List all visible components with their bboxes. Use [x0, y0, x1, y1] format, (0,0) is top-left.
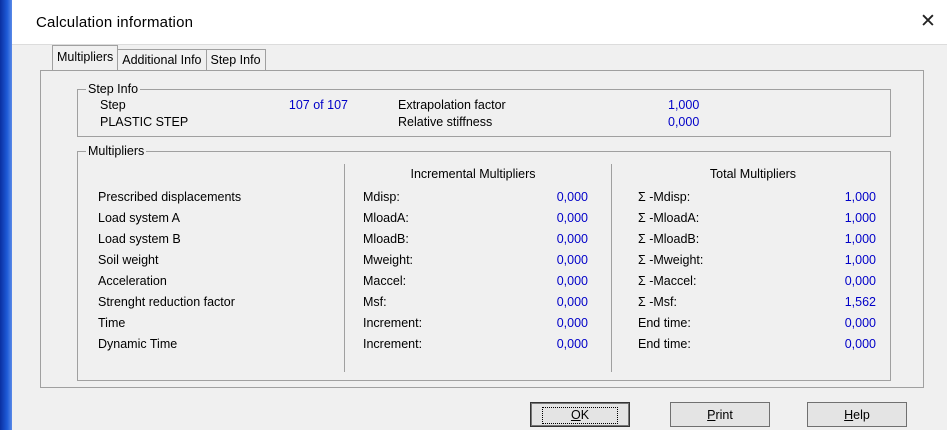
relative-stiffness-label: Relative stiffness: [398, 115, 493, 129]
title-bar[interactable]: Calculation information ✕: [12, 0, 947, 45]
incremental-value: 0,000: [556, 190, 588, 204]
row-label: Dynamic Time: [98, 337, 178, 351]
incremental-value: 0,000: [556, 316, 588, 330]
incremental-value: 0,000: [556, 274, 588, 288]
column-divider: [344, 164, 345, 372]
tab-panel-multipliers: Step Info Step 107 of 107 PLASTIC STEP E…: [40, 70, 924, 388]
total-value: 0,000: [844, 316, 876, 330]
row-label: Soil weight: [98, 253, 159, 267]
close-icon[interactable]: ✕: [917, 12, 939, 32]
ok-button-focus: OK: [541, 407, 619, 424]
ok-label-rest: K: [580, 408, 590, 422]
incremental-name: Increment:: [363, 337, 423, 351]
multipliers-group: Multipliers Incremental Multipliers Tota…: [77, 144, 891, 381]
total-value: 1,562: [844, 295, 876, 309]
column-divider: [611, 164, 612, 372]
step-label: Step: [100, 98, 126, 112]
total-name: End time:: [638, 337, 691, 351]
incremental-value: 0,000: [556, 211, 588, 225]
window-title: Calculation information: [36, 14, 194, 31]
total-name: Σ -MloadB:: [638, 232, 700, 246]
total-name: Σ -MloadA:: [638, 211, 700, 225]
tab-strip: Multipliers Additional Info Step Info: [52, 45, 266, 71]
incremental-name: Mdisp:: [363, 190, 400, 204]
row-label: Load system A: [98, 211, 180, 225]
print-button[interactable]: Print: [670, 402, 770, 427]
incremental-value: 0,000: [556, 337, 588, 351]
help-label-rest: elp: [853, 408, 870, 422]
total-name: Σ -Mdisp:: [638, 190, 691, 204]
background-window-strip: [0, 0, 12, 430]
step-info-legend: Step Info: [86, 82, 141, 96]
help-button[interactable]: Help: [807, 402, 907, 427]
incremental-multipliers-header: Incremental Multipliers: [410, 167, 536, 181]
total-value: 1,000: [844, 253, 876, 267]
incremental-name: Maccel:: [363, 274, 407, 288]
plastic-step-label: PLASTIC STEP: [100, 115, 189, 129]
total-value: 1,000: [844, 190, 876, 204]
extrapolation-factor-value: 1,000: [668, 98, 700, 112]
incremental-value: 0,000: [556, 295, 588, 309]
tab-additional-info[interactable]: Additional Info: [117, 49, 207, 70]
extrapolation-factor-label: Extrapolation factor: [398, 98, 506, 112]
row-label: Strenght reduction factor: [98, 295, 235, 309]
incremental-name: MloadA:: [363, 211, 409, 225]
total-name: Σ -Maccel:: [638, 274, 697, 288]
total-name: End time:: [638, 316, 691, 330]
tab-multipliers[interactable]: Multipliers: [52, 45, 119, 70]
total-name: Σ -Mweight:: [638, 253, 704, 267]
incremental-name: MloadB:: [363, 232, 409, 246]
multipliers-legend: Multipliers: [86, 144, 147, 158]
total-multipliers-header: Total Multipliers: [709, 167, 797, 181]
relative-stiffness-value: 0,000: [668, 115, 700, 129]
row-label: Prescribed displacements: [98, 190, 242, 204]
incremental-value: 0,000: [556, 232, 588, 246]
incremental-value: 0,000: [556, 253, 588, 267]
total-value: 1,000: [844, 211, 876, 225]
step-value: 107 of 107: [288, 98, 348, 112]
incremental-name: Increment:: [363, 316, 423, 330]
incremental-name: Msf:: [363, 295, 387, 309]
print-label-rest: rint: [715, 408, 733, 422]
tab-step-info[interactable]: Step Info: [205, 49, 266, 70]
ok-mnemonic: O: [570, 408, 581, 422]
row-label: Load system B: [98, 232, 181, 246]
help-mnemonic: H: [844, 408, 854, 422]
ok-button[interactable]: OK: [530, 402, 630, 427]
incremental-name: Mweight:: [363, 253, 414, 267]
row-label: Time: [98, 316, 126, 330]
step-info-group: Step Info Step 107 of 107 PLASTIC STEP E…: [77, 82, 891, 137]
total-value: 0,000: [844, 274, 876, 288]
total-value: 1,000: [844, 232, 876, 246]
total-value: 0,000: [844, 337, 876, 351]
dialog-client-area: Multipliers Additional Info Step Info St…: [12, 45, 947, 430]
total-name: Σ -Msf:: [638, 295, 677, 309]
row-label: Acceleration: [98, 274, 167, 288]
